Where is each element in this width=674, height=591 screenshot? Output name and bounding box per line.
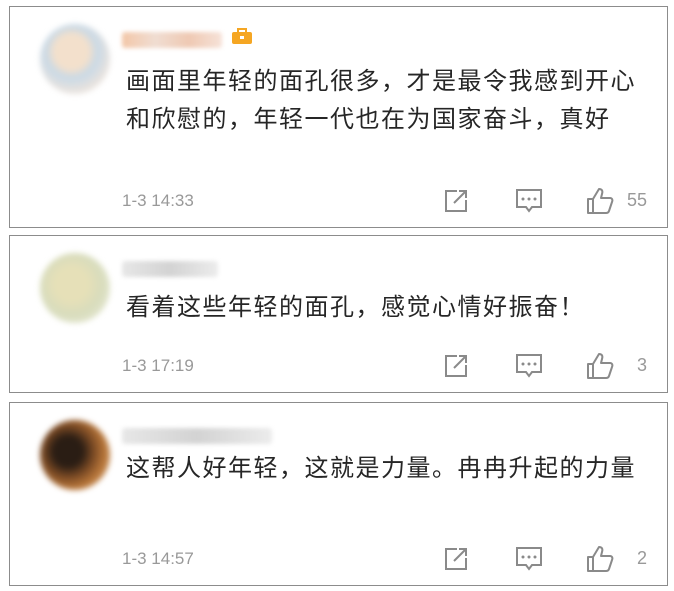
comment-text: 看着这些年轻的面孔，感觉心情好振奋！ (126, 293, 585, 321)
comment-icon[interactable] (515, 546, 543, 572)
comment-text: 画面里年轻的面孔很多，才是最令我感到开心和欣慰的，年轻一代也在为国家奋斗，真好 (126, 67, 636, 133)
like-icon[interactable] (585, 351, 615, 381)
comment-meta: 1-3 14:57 2 (122, 545, 647, 573)
share-icon[interactable] (443, 188, 469, 214)
comment-timestamp: 1-3 14:33 (122, 191, 194, 210)
comment-meta: 1-3 17:19 3 (122, 352, 647, 380)
comment-text: 这帮人好年轻，这就是力量。冉冉升起的力量 (126, 454, 636, 482)
like-count: 55 (626, 190, 647, 210)
comment-card: 这帮人好年轻，这就是力量。冉冉升起的力量 1-3 14:57 2 (9, 402, 668, 586)
like-count: 3 (636, 355, 647, 375)
share-icon[interactable] (443, 353, 469, 379)
comment-card: 看着这些年轻的面孔，感觉心情好振奋！ 1-3 17:19 3 (9, 235, 668, 393)
like-count: 2 (636, 548, 647, 568)
username-blurred[interactable] (122, 261, 218, 277)
like-icon[interactable] (585, 544, 615, 574)
username-blurred[interactable] (122, 428, 272, 444)
comment-meta: 1-3 14:33 55 (122, 187, 647, 215)
comment-icon[interactable] (515, 353, 543, 379)
comment-timestamp: 1-3 17:19 (122, 356, 194, 375)
avatar[interactable] (40, 420, 110, 490)
vip-badge-icon (232, 28, 252, 44)
comment-card: 画面里年轻的面孔很多，才是最令我感到开心和欣慰的，年轻一代也在为国家奋斗，真好 … (9, 6, 668, 228)
share-icon[interactable] (443, 546, 469, 572)
avatar[interactable] (40, 253, 110, 323)
comment-icon[interactable] (515, 188, 543, 214)
comment-timestamp: 1-3 14:57 (122, 549, 194, 568)
username-blurred[interactable] (122, 32, 222, 48)
avatar[interactable] (40, 24, 110, 94)
like-icon[interactable] (585, 186, 615, 216)
